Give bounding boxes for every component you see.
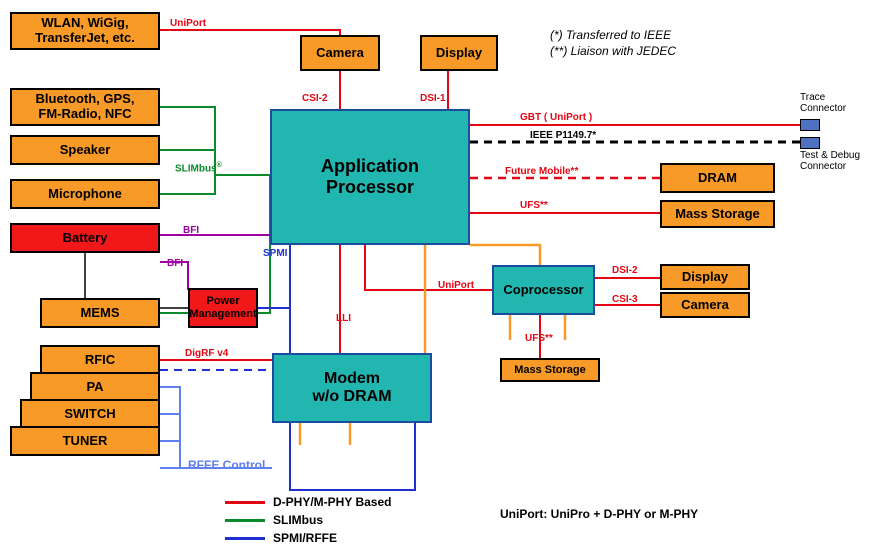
block-camera: Camera <box>300 35 380 71</box>
block-display: Display <box>420 35 498 71</box>
block-switch: SWITCH <box>20 399 160 429</box>
label-trace-connector: TraceConnector <box>800 92 846 114</box>
label-lli: LLI <box>336 313 351 324</box>
label-spmi: SPMI <box>263 248 287 259</box>
trace-connector-icon <box>800 119 820 131</box>
label-future-mobile: Future Mobile** <box>505 166 578 177</box>
label-uniport2: UniPort <box>438 280 474 291</box>
label-ieee: IEEE P1149.7* <box>530 130 596 141</box>
legend-uniport: UniPort: UniPro + D-PHY or M-PHY <box>500 507 698 521</box>
block-display2: Display <box>660 264 750 290</box>
label-rffe: RFFE Control <box>188 458 265 472</box>
block-modem: Modemw/o DRAM <box>272 353 432 423</box>
label-bfi2: BFI <box>167 258 183 269</box>
label-csi3: CSI-3 <box>612 294 638 305</box>
label-slimbus: SLIMbus® <box>175 162 222 174</box>
label-bfi1: BFI <box>183 225 199 236</box>
block-battery: Battery <box>10 223 160 253</box>
label-uniport: UniPort <box>170 18 206 29</box>
label-dsi2: DSI-2 <box>612 265 638 276</box>
legend-dphy: D-PHY/M-PHY Based <box>225 495 391 509</box>
note-ieee: (*) Transferred to IEEE <box>550 28 671 42</box>
block-bluetooth: Bluetooth, GPS,FM-Radio, NFC <box>10 88 160 126</box>
label-ufs2: UFS** <box>525 333 553 344</box>
legend-spmi: SPMI/RFFE <box>225 531 337 545</box>
label-dsi1: DSI-1 <box>420 93 446 104</box>
block-mems: MEMS <box>40 298 160 328</box>
label-digrf: DigRF v4 <box>185 348 228 359</box>
block-camera2: Camera <box>660 292 750 318</box>
block-coprocessor: Coprocessor <box>492 265 595 315</box>
legend-slimbus: SLIMbus <box>225 513 323 527</box>
block-tuner: TUNER <box>10 426 160 456</box>
diagram-canvas: (*) Transferred to IEEE (**) Liaison wit… <box>0 0 869 546</box>
block-power-mgmt: PowerManagement <box>188 288 258 328</box>
debug-connector-icon <box>800 137 820 149</box>
block-speaker: Speaker <box>10 135 160 165</box>
label-gbt: GBT ( UniPort ) <box>520 112 592 123</box>
block-dram: DRAM <box>660 163 775 193</box>
block-app-processor: ApplicationProcessor <box>270 109 470 245</box>
label-ufs1: UFS** <box>520 200 548 211</box>
block-pa: PA <box>30 372 160 402</box>
block-mass-storage2: Mass Storage <box>500 358 600 382</box>
block-rfic: RFIC <box>40 345 160 375</box>
label-csi2: CSI-2 <box>302 93 328 104</box>
note-jedec: (**) Liaison with JEDEC <box>550 44 676 58</box>
block-mass-storage: Mass Storage <box>660 200 775 228</box>
block-microphone: Microphone <box>10 179 160 209</box>
label-debug-connector: Test & DebugConnector <box>800 150 860 172</box>
block-wlan: WLAN, WiGig,TransferJet, etc. <box>10 12 160 50</box>
